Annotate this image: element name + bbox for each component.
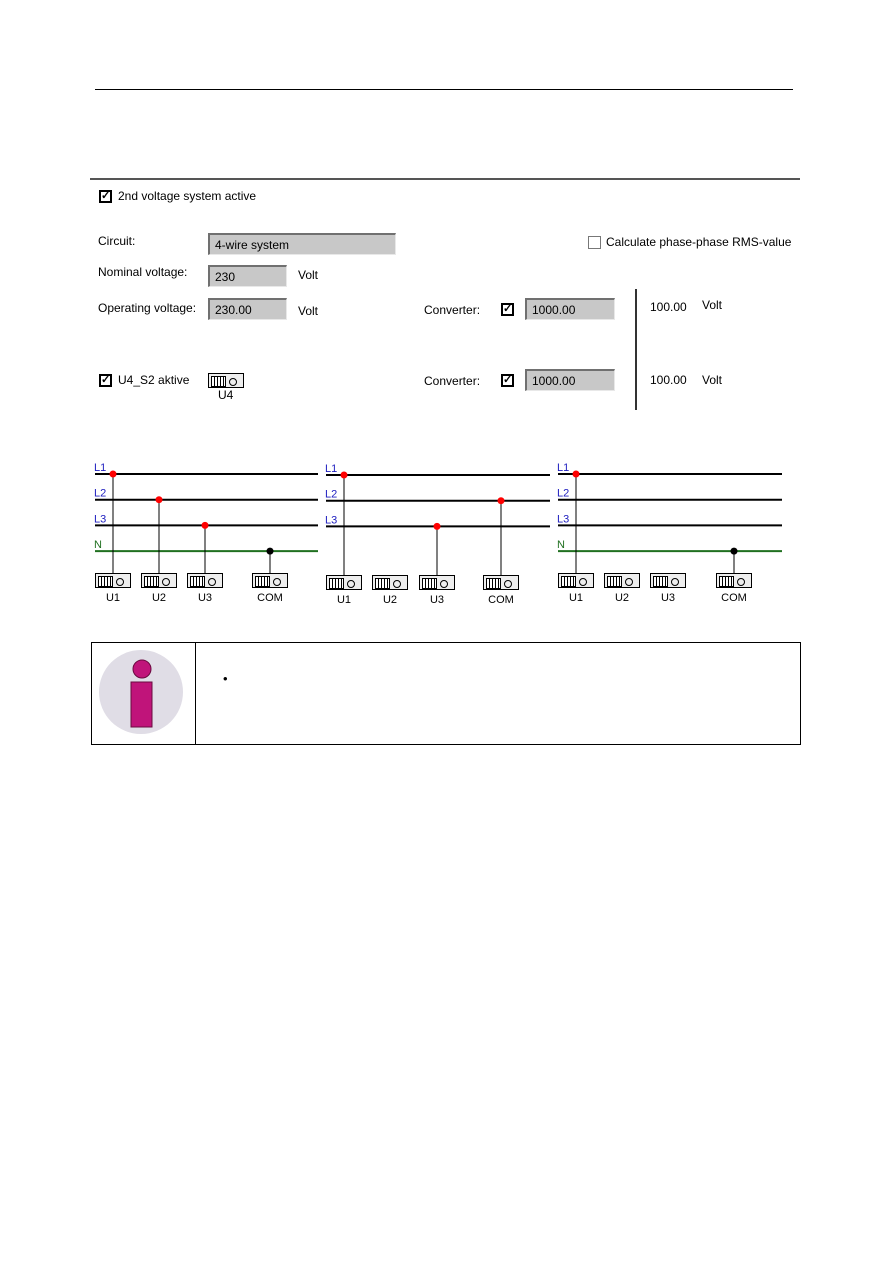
bus-label-L2: L2 <box>557 488 569 500</box>
second-system-checkbox[interactable]: ✓ <box>99 190 112 203</box>
nominal-unit: Volt <box>298 268 319 282</box>
u4-checkbox[interactable]: ✓ <box>99 374 112 387</box>
note-divider <box>195 643 196 744</box>
u4-label: U4_S2 aktive <box>118 373 190 387</box>
rms-checkbox[interactable] <box>588 236 601 249</box>
terminal-label-COM: COM <box>721 592 747 604</box>
note-box: • <box>91 642 801 745</box>
converter1-unit: Volt <box>702 298 723 312</box>
converter1-secondary: 100.00 <box>650 300 687 314</box>
bus-label-L3: L3 <box>557 513 569 525</box>
note-bullet: • <box>223 671 228 686</box>
converter1-checkbox[interactable]: ✓ <box>501 303 514 316</box>
terminal-label-U1: U1 <box>569 592 583 604</box>
circuit-label: Circuit: <box>98 234 136 248</box>
converter2-checkbox[interactable]: ✓ <box>501 374 514 387</box>
u4-terminal-icon <box>208 373 244 388</box>
operating-unit: Volt <box>298 304 319 318</box>
converter2-unit: Volt <box>702 373 723 387</box>
converter2-label: Converter: <box>424 374 481 388</box>
u4-terminal-label: U4 <box>218 388 234 402</box>
junction-COM <box>730 547 738 555</box>
converter2-field[interactable]: 1000.00 <box>525 369 615 391</box>
wiring-diagram-3: L1 L2 L3 N U1 U2 U3 COM <box>557 462 782 604</box>
separator <box>635 289 637 410</box>
junction-U1 <box>572 470 580 478</box>
rms-label: Calculate phase-phase RMS-value <box>606 235 792 249</box>
converter1-label: Converter: <box>424 303 481 317</box>
converter2-secondary: 100.00 <box>650 373 687 387</box>
operating-label: Operating voltage: <box>98 301 197 315</box>
terminal-label-U3: U3 <box>661 592 675 604</box>
panel-top-rule <box>90 178 800 180</box>
info-icon <box>99 650 183 734</box>
circuit-field[interactable]: 4-wire system <box>208 233 396 255</box>
bus-label-N: N <box>557 539 565 551</box>
nominal-label: Nominal voltage: <box>98 265 188 279</box>
second-system-label: 2nd voltage system active <box>118 189 257 203</box>
header-rule <box>95 89 793 90</box>
operating-field[interactable]: 230.00 <box>208 298 287 320</box>
page: ✓ 2nd voltage system active Circuit: 4-w… <box>0 0 893 1263</box>
nominal-field[interactable]: 230 <box>208 265 287 287</box>
converter1-field[interactable]: 1000.00 <box>525 298 615 320</box>
bus-label-L1: L1 <box>557 462 569 474</box>
terminal-label-U2: U2 <box>615 592 629 604</box>
